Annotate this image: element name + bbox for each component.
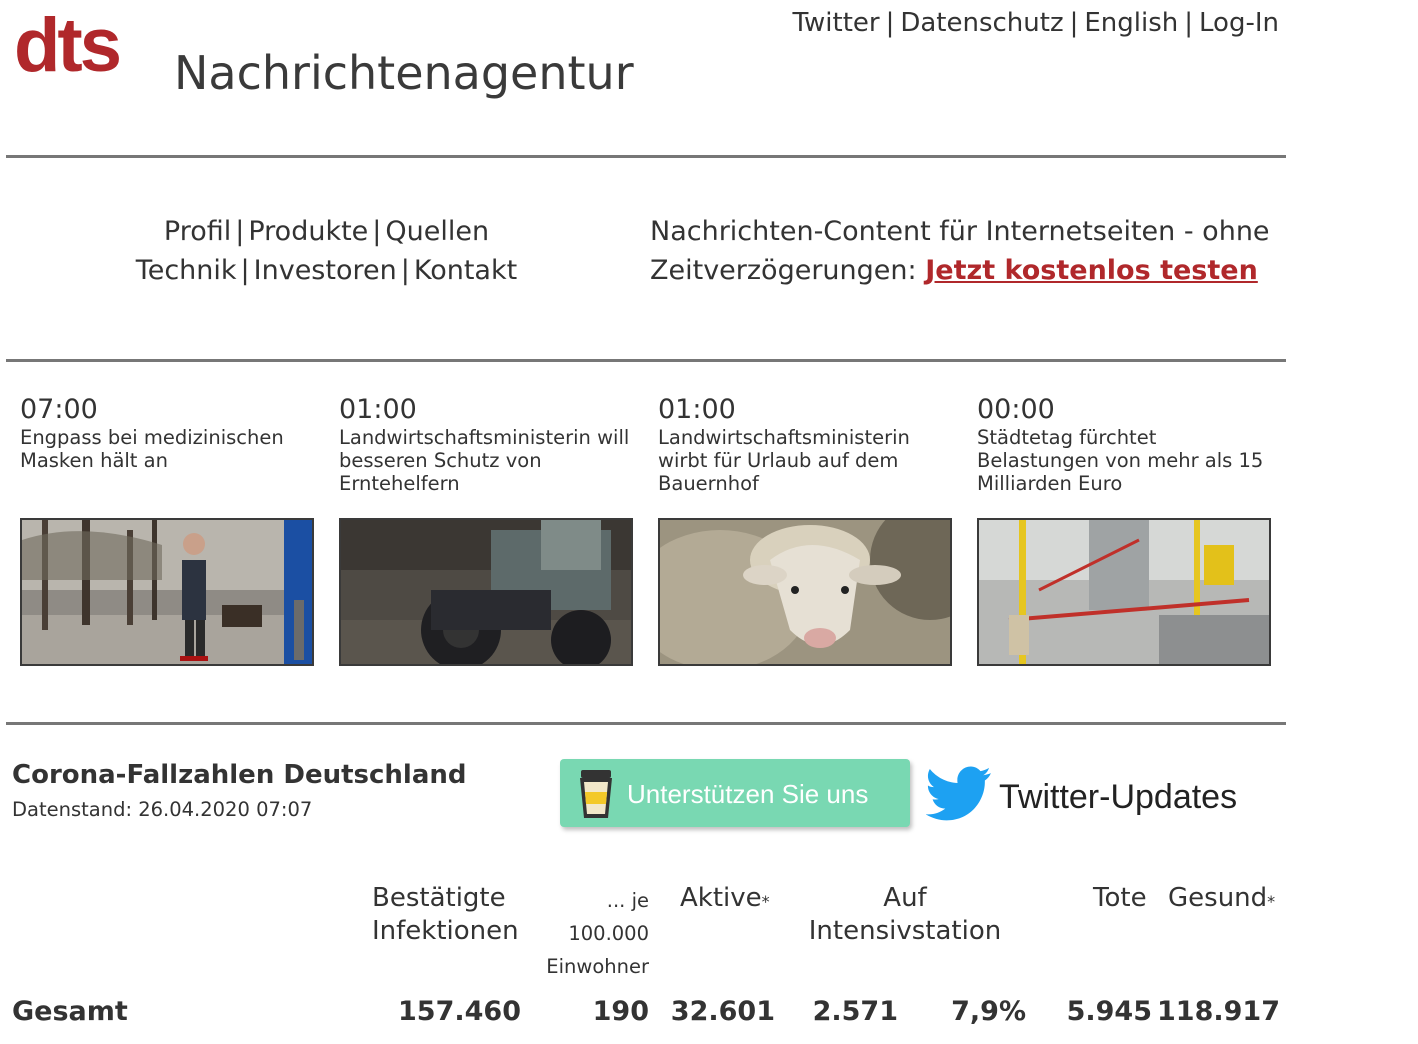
news-time: 00:00 bbox=[977, 394, 1055, 425]
news-title[interactable]: Landwirtschaftsministerin wirbt für Urla… bbox=[658, 426, 952, 506]
news-thumbnail[interactable] bbox=[977, 518, 1271, 666]
header-text: Auf bbox=[883, 883, 927, 913]
news-item[interactable]: 07:00 Engpass bei medizinischen Masken h… bbox=[20, 394, 314, 666]
free-trial-link[interactable]: Jetzt kostenlos testen bbox=[925, 255, 1258, 286]
twitter-bird-icon bbox=[926, 766, 991, 821]
twitter-updates-label: Twitter-Updates bbox=[999, 778, 1238, 816]
news-time: 07:00 bbox=[20, 394, 98, 425]
logo-mark[interactable]: dts bbox=[14, 8, 122, 84]
separator: | bbox=[372, 216, 382, 247]
column-header-active: Aktive* bbox=[680, 882, 770, 915]
value-dead: 5.945 bbox=[1066, 996, 1152, 1027]
header-text: Einwohner bbox=[546, 955, 649, 978]
separator: | bbox=[235, 216, 245, 247]
corona-title: Corona-Fallzahlen Deutschland bbox=[12, 760, 467, 790]
sheep-photo-image bbox=[660, 520, 950, 664]
top-navigation: Twitter | Datenschutz | English | Log-In bbox=[792, 8, 1279, 39]
english-link[interactable]: English bbox=[1084, 8, 1178, 38]
datenschutz-link[interactable]: Datenschutz bbox=[900, 8, 1063, 38]
separator: | bbox=[400, 255, 410, 286]
column-header-icu: Auf Intensivstation bbox=[790, 882, 1020, 948]
separator: | bbox=[1069, 8, 1079, 38]
news-title[interactable]: Engpass bei medizinischen Masken hält an bbox=[20, 426, 314, 506]
main-navigation: Profil | Produkte | Quellen Technik | Investor… bbox=[0, 212, 653, 290]
news-item[interactable]: 01:00 Landwirtschaftsministerin will bes… bbox=[339, 394, 633, 666]
nav-produkte-link[interactable]: Produkte bbox=[248, 216, 368, 247]
news-item[interactable]: 01:00 Landwirtschaftsministerin wirbt fü… bbox=[658, 394, 952, 666]
column-header-recovered: Gesund* bbox=[1168, 882, 1275, 915]
footnote-marker: * bbox=[1267, 892, 1276, 911]
header-text: Intensivstation bbox=[808, 916, 1002, 946]
news-time: 01:00 bbox=[339, 394, 417, 425]
bus-interior-photo-image bbox=[979, 520, 1269, 664]
value-recovered: 118.917 bbox=[1157, 996, 1280, 1027]
column-header-confirmed: Bestätigte Infektionen bbox=[372, 882, 519, 948]
footnote-marker: * bbox=[761, 892, 770, 911]
street-photo-image bbox=[22, 520, 312, 664]
separator: | bbox=[885, 8, 895, 38]
promo-text: Nachrichten-Content für Internetseiten -… bbox=[650, 212, 1290, 290]
value-active: 32.601 bbox=[670, 996, 775, 1027]
news-item[interactable]: 00:00 Städtetag fürchtet Belastungen von… bbox=[977, 394, 1271, 666]
divider bbox=[6, 359, 1286, 362]
news-time: 01:00 bbox=[658, 394, 736, 425]
logo-name[interactable]: Nachrichtenagentur bbox=[174, 50, 634, 96]
row-label-total: Gesamt bbox=[12, 996, 128, 1027]
nav-technik-link[interactable]: Technik bbox=[136, 255, 237, 286]
nav-investoren-link[interactable]: Investoren bbox=[254, 255, 397, 286]
value-icu-percent: 7,9% bbox=[951, 996, 1026, 1027]
data-timestamp: Datenstand: 26.04.2020 07:07 bbox=[12, 798, 313, 821]
value-confirmed: 157.460 bbox=[398, 996, 521, 1027]
nav-quellen-link[interactable]: Quellen bbox=[385, 216, 489, 247]
column-header-per-100k: ... je 100.000 Einwohner bbox=[520, 884, 649, 983]
header-text: Tote bbox=[1093, 883, 1147, 913]
promo-line-2: Zeitverzögerungen: bbox=[650, 255, 917, 286]
twitter-link[interactable]: Twitter bbox=[792, 8, 879, 38]
divider bbox=[6, 722, 1286, 725]
header-text: 100.000 bbox=[568, 922, 649, 945]
support-us-label: Unterstützen Sie uns bbox=[627, 779, 869, 809]
separator: | bbox=[1184, 8, 1194, 38]
news-thumbnail[interactable] bbox=[20, 518, 314, 666]
value-per-100k: 190 bbox=[592, 996, 649, 1027]
value-icu: 2.571 bbox=[812, 996, 898, 1027]
news-title[interactable]: Landwirtschaftsministerin will besseren … bbox=[339, 426, 633, 506]
column-header-dead: Tote bbox=[1093, 882, 1147, 915]
login-link[interactable]: Log-In bbox=[1199, 8, 1279, 38]
news-thumbnail[interactable] bbox=[658, 518, 952, 666]
news-title[interactable]: Städtetag fürchtet Belastungen von mehr … bbox=[977, 426, 1271, 506]
header-text: ... je bbox=[606, 889, 649, 912]
separator: | bbox=[240, 255, 250, 286]
header-text: Bestätigte bbox=[372, 883, 506, 913]
nav-kontakt-link[interactable]: Kontakt bbox=[414, 255, 517, 286]
header-text: Gesund bbox=[1168, 883, 1268, 913]
header-text: Infektionen bbox=[372, 916, 519, 946]
divider bbox=[6, 155, 1286, 158]
support-us-button[interactable]: Unterstützen Sie uns bbox=[560, 759, 910, 827]
tractor-photo-image bbox=[341, 520, 631, 664]
news-thumbnail[interactable] bbox=[339, 518, 633, 666]
coffee-cup-icon bbox=[580, 770, 612, 818]
header-text: Aktive bbox=[680, 883, 762, 913]
nav-profil-link[interactable]: Profil bbox=[164, 216, 231, 247]
promo-line-1: Nachrichten-Content für Internetseiten -… bbox=[650, 216, 1270, 247]
